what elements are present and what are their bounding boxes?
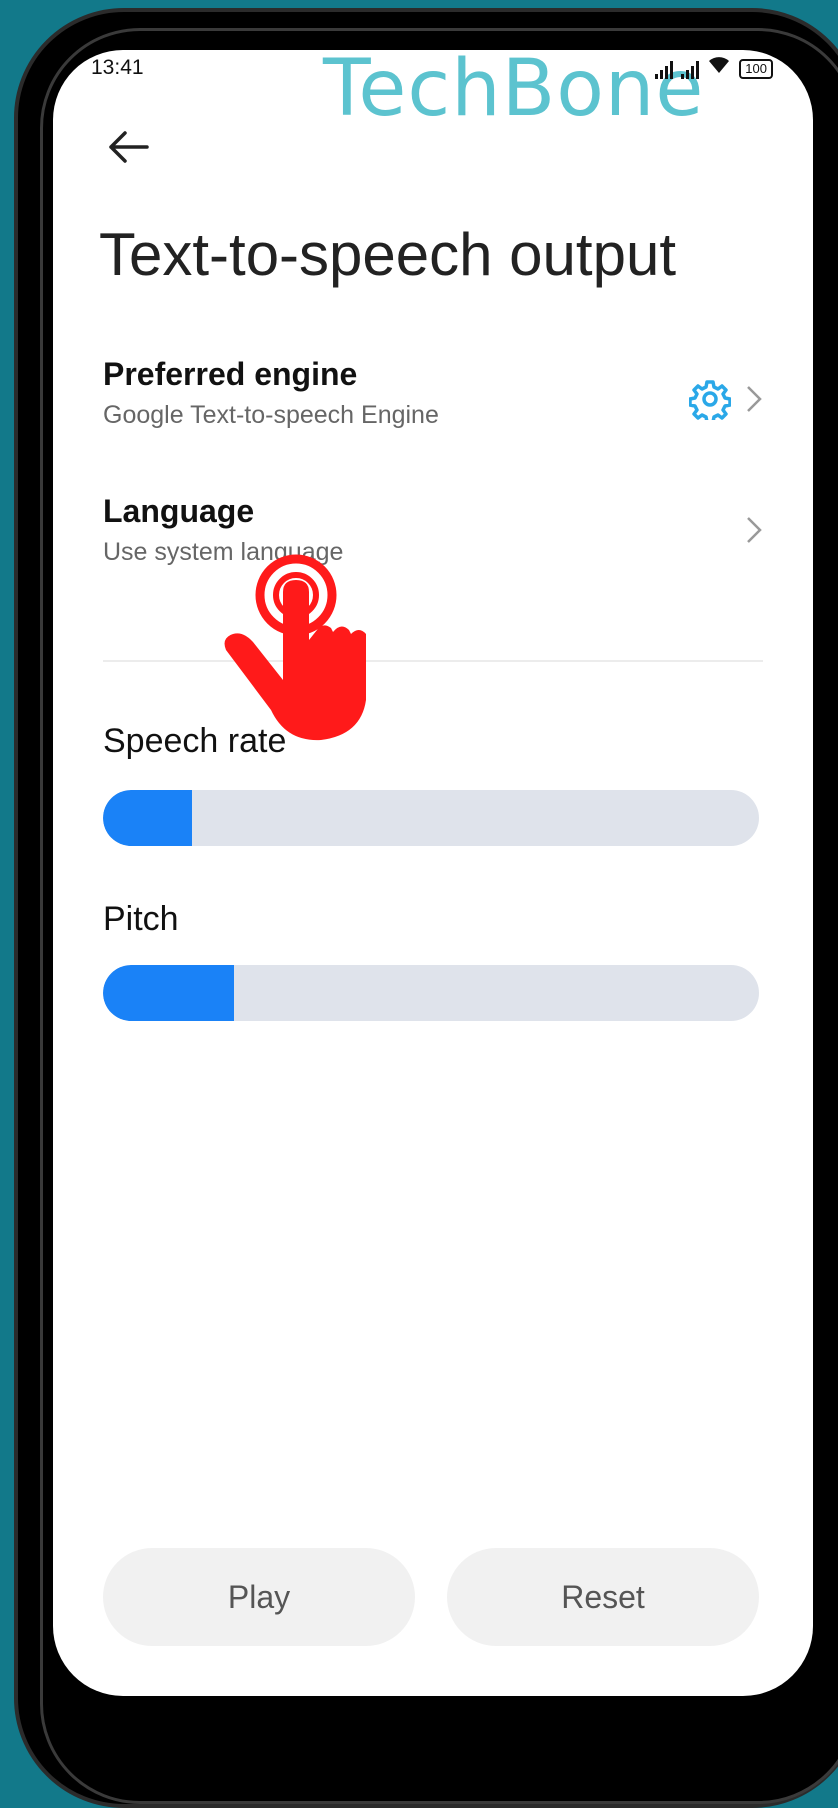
pitch-fill [103,965,235,1021]
chevron-right-icon [745,515,763,550]
battery-icon: 100 [739,59,773,79]
play-button[interactable]: Play [103,1548,415,1646]
tap-hand-icon [211,530,411,750]
setting-language[interactable]: Language Use system language [103,493,763,567]
setting-preferred-engine[interactable]: Preferred engine Google Text-to-speech E… [103,356,763,430]
status-time: 13:41 [91,56,144,79]
setting-title: Preferred engine [103,356,358,392]
back-arrow-icon [109,131,149,163]
setting-actions [688,378,763,425]
speech-rate-slider[interactable] [103,790,759,846]
reset-button[interactable]: Reset [447,1548,759,1646]
setting-subtitle: Use system language [103,538,344,566]
back-button[interactable] [103,122,153,172]
setting-subtitle: Google Text-to-speech Engine [103,401,439,429]
wifi-icon [707,54,731,79]
signal-icon [681,61,700,79]
setting-title: Language [103,493,255,529]
page-title: Text-to-speech output [99,221,677,288]
setting-actions [745,515,763,550]
status-icons: 100 [655,54,773,79]
chevron-right-icon [745,384,763,419]
signal-icon [655,61,674,79]
watermark: TechBone [323,50,705,134]
pitch-label: Pitch [103,900,179,938]
screen: 13:41 TechBone 100 Text-to-speech output… [53,50,813,1696]
pitch-slider[interactable] [103,965,759,1021]
gear-icon[interactable] [688,378,732,425]
divider [103,660,763,662]
speech-rate-fill [103,790,192,846]
